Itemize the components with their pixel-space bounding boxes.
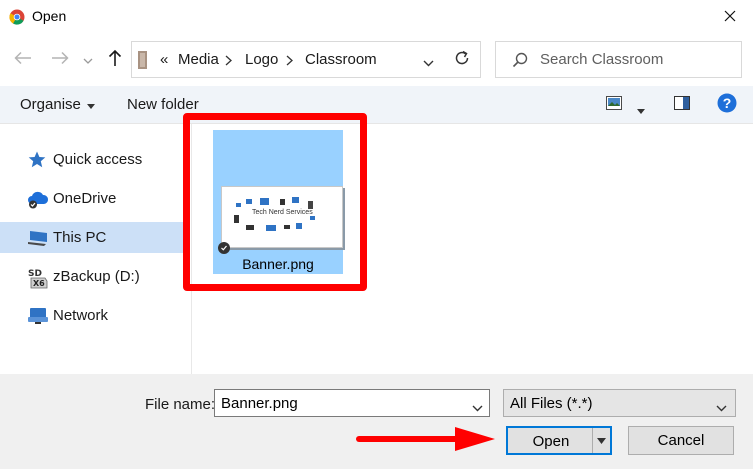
open-options-dropdown-icon[interactable] — [592, 428, 610, 453]
annotation-highlight-box — [183, 113, 367, 291]
up-button[interactable] — [103, 47, 127, 71]
more-views-dropdown-icon[interactable] — [637, 101, 645, 117]
annotation-arrow-icon — [355, 426, 497, 455]
network-icon — [27, 306, 49, 326]
sidebar-item-label: OneDrive — [53, 190, 117, 207]
dropdown-triangle-icon — [86, 96, 95, 113]
star-icon — [27, 150, 49, 170]
open-button[interactable]: Open — [506, 426, 612, 455]
folder-location-icon — [138, 51, 148, 69]
title-bar: Open — [0, 0, 753, 34]
organise-label: Organise — [20, 96, 81, 113]
chevron-down-icon — [83, 51, 93, 67]
change-view-button[interactable] — [606, 96, 622, 113]
address-bar[interactable]: « Media Logo Classroom — [131, 41, 445, 78]
svg-text:SD: SD — [28, 269, 42, 279]
close-button[interactable] — [707, 0, 753, 34]
sidebar-item-label: Quick access — [53, 151, 143, 168]
svg-text:?: ? — [723, 95, 732, 111]
open-button-label: Open — [532, 433, 570, 450]
sidebar-item-label: Network — [53, 307, 109, 324]
new-folder-button[interactable]: New folder — [127, 96, 199, 113]
refresh-button[interactable] — [444, 41, 481, 78]
cancel-button[interactable]: Cancel — [628, 426, 734, 455]
file-type-filter-select[interactable]: All Files (*.*) — [503, 389, 736, 417]
preview-pane-button[interactable] — [674, 96, 690, 113]
sidebar-item-quick-access[interactable]: Quick access — [0, 144, 183, 175]
chevron-down-icon — [716, 399, 727, 415]
breadcrumb-separator-icon — [225, 51, 232, 70]
sidebar-item-network[interactable]: Network — [0, 300, 183, 331]
breadcrumb-logo[interactable]: Logo — [245, 51, 278, 68]
sidebar-item-onedrive[interactable]: OneDrive — [0, 183, 183, 214]
open-dialog: Open « Media Logo Classroom Search Class… — [0, 0, 753, 469]
navigation-pane: Quick access OneDrive This PC SD X6 zBack… — [0, 124, 192, 374]
search-icon — [512, 52, 528, 71]
recent-locations-button[interactable] — [80, 47, 96, 71]
search-input[interactable] — [540, 42, 735, 77]
back-button[interactable] — [11, 47, 35, 71]
close-icon — [724, 9, 736, 25]
arrow-left-icon — [14, 51, 32, 68]
sidebar-item-zbackup[interactable]: SD X6 zBackup (D:) — [0, 261, 183, 292]
chrome-app-icon — [9, 9, 25, 25]
organise-button[interactable]: Organise — [20, 96, 95, 113]
sd-card-icon: SD X6 — [27, 267, 49, 289]
cloud-icon — [27, 189, 49, 209]
address-overflow[interactable]: « — [160, 51, 168, 68]
window-title: Open — [32, 8, 67, 24]
help-icon[interactable]: ? — [717, 93, 737, 116]
breadcrumb-classroom[interactable]: Classroom — [305, 51, 377, 68]
chevron-down-icon[interactable] — [472, 399, 483, 415]
computer-icon — [27, 228, 49, 248]
arrow-right-icon — [51, 51, 69, 68]
sidebar-item-label: This PC — [53, 229, 107, 246]
file-name-input[interactable] — [217, 390, 467, 416]
file-type-filter-value: All Files (*.*) — [510, 395, 593, 412]
command-toolbar: Organise New folder ? — [0, 86, 753, 124]
sidebar-item-label: zBackup (D:) — [53, 268, 140, 285]
forward-button[interactable] — [48, 47, 72, 71]
file-name-field-label: File name: — [145, 396, 216, 413]
sidebar-item-this-pc[interactable]: This PC — [0, 222, 183, 253]
new-folder-label: New folder — [127, 96, 199, 113]
svg-text:X6: X6 — [33, 279, 45, 288]
address-dropdown-icon[interactable] — [423, 54, 434, 70]
arrow-up-icon — [108, 49, 122, 70]
breadcrumb-separator-icon — [286, 51, 293, 70]
refresh-icon — [454, 50, 470, 69]
search-box[interactable] — [495, 41, 742, 78]
file-name-combobox[interactable] — [214, 389, 490, 417]
breadcrumb-media[interactable]: Media — [178, 51, 219, 68]
